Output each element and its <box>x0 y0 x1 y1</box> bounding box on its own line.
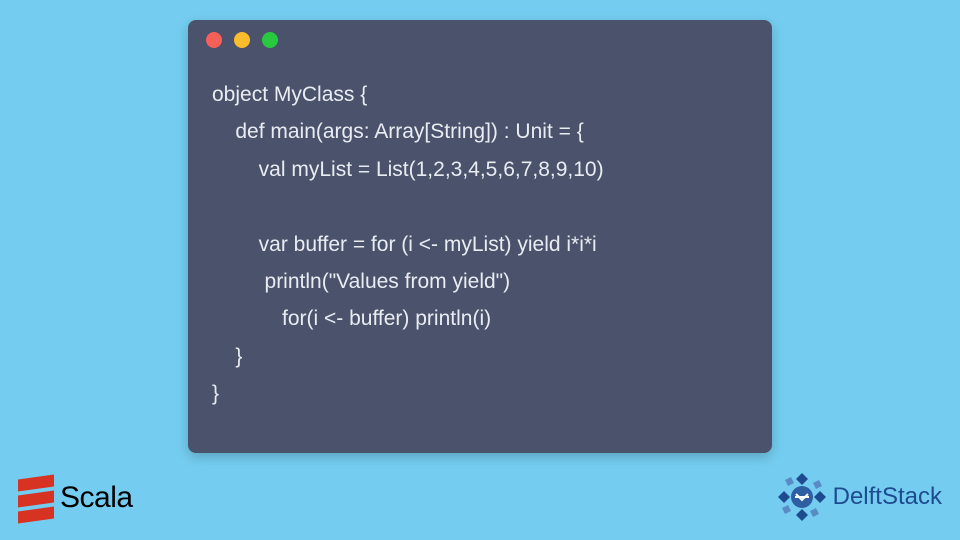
code-line: object MyClass { <box>212 83 367 106</box>
code-line: } <box>212 345 242 368</box>
minimize-icon[interactable] <box>234 32 250 48</box>
code-line: } <box>212 382 219 405</box>
code-line: for(i <- buffer) println(i) <box>212 307 491 330</box>
delftstack-logo-label: DelftStack <box>833 483 942 511</box>
scala-logo-label: Scala <box>60 481 133 515</box>
code-line: def main(args: Array[String]) : Unit = { <box>212 120 584 143</box>
scala-logo-icon <box>18 474 54 522</box>
maximize-icon[interactable] <box>262 32 278 48</box>
window-titlebar <box>188 20 772 60</box>
scala-logo: Scala <box>18 474 133 522</box>
delftstack-logo: DelftStack <box>777 472 942 522</box>
delftstack-logo-icon <box>777 472 827 522</box>
code-block: object MyClass { def main(args: Array[St… <box>188 60 772 436</box>
code-line: val myList = List(1,2,3,4,5,6,7,8,9,10) <box>212 158 604 181</box>
close-icon[interactable] <box>206 32 222 48</box>
code-window: object MyClass { def main(args: Array[St… <box>188 20 772 453</box>
code-line: var buffer = for (i <- myList) yield i*i… <box>212 233 597 256</box>
code-line: println("Values from yield") <box>212 270 510 293</box>
